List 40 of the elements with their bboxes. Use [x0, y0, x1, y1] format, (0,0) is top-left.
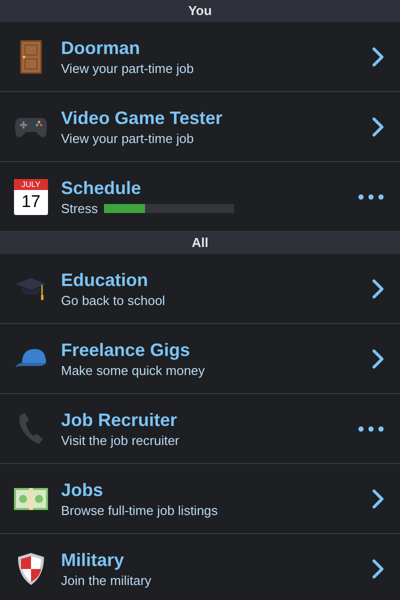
section-header: All	[0, 232, 400, 254]
row-title: Jobs	[61, 478, 104, 502]
more-icon[interactable]	[358, 194, 384, 200]
list-row[interactable]: Video Game Tester View your part-time job	[0, 92, 400, 162]
section-header: You	[0, 0, 400, 22]
list-row[interactable]: Military Join the military	[0, 534, 400, 600]
chevron-right-icon[interactable]	[372, 488, 384, 508]
row-title: Military	[61, 548, 126, 572]
list-row[interactable]: Freelance Gigs Make some quick money	[0, 324, 400, 394]
door-icon	[20, 40, 42, 74]
chevron-right-icon[interactable]	[372, 558, 384, 578]
chevron-right-icon[interactable]	[372, 116, 384, 136]
meter-label: Stress	[61, 200, 98, 218]
more-icon[interactable]	[358, 426, 384, 432]
money-icon	[14, 488, 48, 510]
row-subtitle: Join the military	[61, 572, 152, 590]
list-row[interactable]: Doorman View your part-time job	[0, 22, 400, 92]
row-subtitle: Browse full-time job listings	[61, 502, 219, 520]
shield-icon	[17, 552, 45, 586]
calendar-month: JULY	[14, 178, 48, 190]
row-title: Video Game Tester	[61, 106, 224, 130]
graduation-cap-icon	[15, 276, 47, 300]
list-row[interactable]: Job Recruiter Visit the job recruiter	[0, 394, 400, 464]
row-subtitle: Go back to school	[61, 292, 166, 310]
phone-icon	[17, 412, 45, 446]
row-title: Freelance Gigs	[61, 338, 192, 362]
row-subtitle: Visit the job recruiter	[61, 432, 180, 450]
row-subtitle: View your part-time job	[61, 130, 195, 148]
row-title: Doorman	[61, 36, 142, 60]
row-title: Job Recruiter	[61, 408, 178, 432]
chevron-right-icon[interactable]	[372, 46, 384, 66]
chevron-right-icon[interactable]	[372, 348, 384, 368]
row-title: Schedule	[61, 176, 142, 200]
list-row[interactable]: Jobs Browse full-time job listings	[0, 464, 400, 534]
row-subtitle: View your part-time job	[61, 60, 195, 78]
chevron-right-icon[interactable]	[372, 278, 384, 298]
calendar-day: 17	[14, 190, 48, 214]
row-title: Education	[61, 268, 150, 292]
list-row[interactable]: Education Go back to school	[0, 254, 400, 324]
row-subtitle: Make some quick money	[61, 362, 206, 380]
